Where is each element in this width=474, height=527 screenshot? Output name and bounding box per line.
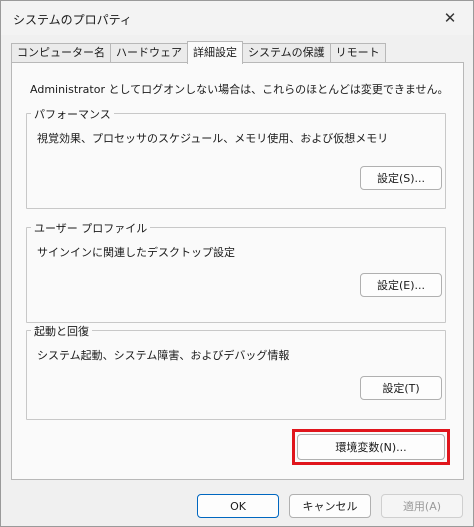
window-title: システムのプロパティ [13, 13, 132, 27]
environment-variables-button[interactable]: 環境変数(N)... [297, 434, 445, 460]
tab-system-protection[interactable]: システムの保護 [242, 43, 331, 63]
apply-button[interactable]: 適用(A) [381, 494, 463, 518]
user-profile-legend: ユーザー プロファイル [31, 220, 151, 236]
cancel-button[interactable]: キャンセル [289, 494, 371, 518]
tab-bar: コンピューター名 ハードウェア 詳細設定 システムの保護 リモート [11, 41, 386, 64]
user-profile-description: サインインに関連したデスクトップ設定 [37, 246, 235, 259]
performance-legend: パフォーマンス [31, 106, 114, 122]
user-profile-settings-button[interactable]: 設定(E)... [360, 273, 442, 297]
admin-notice: Administrator としてログオンしない場合は、これらのほとんどは変更で… [30, 83, 449, 96]
title-bar: システムのプロパティ ✕ [1, 1, 473, 35]
close-button[interactable]: ✕ [437, 7, 463, 29]
startup-recovery-legend: 起動と回復 [31, 323, 92, 339]
tab-advanced[interactable]: 詳細設定 [187, 41, 243, 64]
tab-remote[interactable]: リモート [329, 43, 386, 63]
user-profile-group: ユーザー プロファイル サインインに関連したデスクトップ設定 設定(E)... [26, 220, 446, 323]
tab-hardware[interactable]: ハードウェア [110, 43, 188, 63]
advanced-tab-panel: Administrator としてログオンしない場合は、これらのほとんどは変更で… [11, 62, 464, 480]
system-properties-window: システムのプロパティ ✕ コンピューター名 ハードウェア 詳細設定 システムの保… [0, 0, 474, 527]
performance-settings-button[interactable]: 設定(S)... [360, 166, 442, 190]
startup-recovery-settings-button[interactable]: 設定(T) [360, 376, 442, 400]
startup-recovery-description: システム起動、システム障害、およびデバッグ情報 [37, 349, 290, 362]
tab-computer-name[interactable]: コンピューター名 [11, 43, 111, 63]
performance-description: 視覚効果、プロセッサのスケジュール、メモリ使用、および仮想メモリ [37, 132, 389, 145]
performance-group: パフォーマンス 視覚効果、プロセッサのスケジュール、メモリ使用、および仮想メモリ… [26, 106, 446, 209]
close-icon: ✕ [443, 9, 457, 27]
ok-button[interactable]: OK [197, 494, 279, 518]
startup-recovery-group: 起動と回復 システム起動、システム障害、およびデバッグ情報 設定(T) [26, 323, 446, 420]
